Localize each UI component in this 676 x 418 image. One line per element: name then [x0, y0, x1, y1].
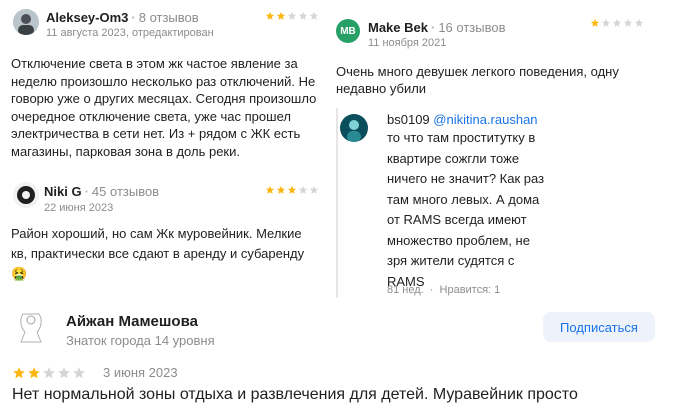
avatar[interactable] — [340, 114, 368, 142]
avatar-image — [11, 306, 51, 346]
featured-author-level: Знаток города 14 уровня — [66, 333, 215, 348]
separator-dot: · — [84, 184, 89, 199]
reply-mention-link[interactable]: @nikitina.raushan — [433, 112, 537, 127]
subscribe-button[interactable]: Подписаться — [543, 312, 655, 342]
reply-thread-line — [336, 108, 338, 298]
star-empty-icon — [623, 18, 633, 27]
star-empty-icon — [601, 18, 611, 27]
reviews-count: 16 отзывов — [438, 20, 506, 35]
star-filled-icon — [265, 11, 275, 20]
author-name[interactable]: Niki G — [44, 184, 82, 199]
featured-author[interactable]: Айжан Мамешова — [66, 313, 198, 330]
reply-header: bs0109 @nikitina.raushan — [387, 112, 538, 127]
star-filled-icon — [590, 18, 600, 27]
author-name[interactable]: Make Bek — [368, 20, 428, 35]
rating-stars — [265, 185, 319, 195]
avatar-image — [13, 182, 39, 208]
like-button[interactable]: Нравится: 1 — [440, 284, 501, 296]
rating-stars — [590, 18, 644, 28]
star-empty-icon — [612, 18, 622, 27]
avatar[interactable]: MB — [336, 19, 360, 43]
avatar[interactable] — [11, 306, 51, 346]
star-empty-icon — [287, 11, 297, 20]
avatar[interactable] — [13, 9, 39, 35]
avatar-image — [13, 9, 39, 35]
star-filled-icon — [276, 185, 286, 194]
avatar-initials: MB — [340, 25, 356, 37]
rating-stars — [265, 11, 319, 21]
star-filled-icon — [287, 185, 297, 194]
star-empty-icon — [309, 11, 319, 20]
star-empty-icon — [298, 185, 308, 194]
reviews-count: 45 отзывов — [91, 184, 160, 199]
separator-dot: · — [429, 284, 434, 296]
reply-text: то что там проститутку в квартире сожгли… — [387, 130, 545, 289]
review-text: Район хороший, но сам Жк муровейник. Мел… — [11, 226, 305, 281]
star-empty-icon — [73, 367, 85, 379]
star-empty-icon — [58, 367, 70, 379]
star-filled-icon — [265, 185, 275, 194]
star-empty-icon — [634, 18, 644, 27]
star-empty-icon — [309, 185, 319, 194]
separator-dot: · — [131, 10, 136, 25]
review-text: Очень много девушек легкого поведения, о… — [336, 64, 619, 96]
avatar-image — [340, 114, 368, 142]
review-author[interactable]: Aleksey-Om3 · 8 отзывов — [46, 10, 199, 25]
star-filled-icon — [28, 367, 40, 379]
review-author[interactable]: Make Bek · 16 отзывов — [368, 20, 506, 35]
rating-stars — [12, 366, 86, 380]
reply-footer: 81 нед. · Нравится: 1 — [387, 284, 500, 296]
star-empty-icon — [298, 11, 308, 20]
star-empty-icon — [43, 367, 55, 379]
featured-date: 3 июня 2023 — [103, 365, 178, 380]
separator-dot: · — [430, 20, 436, 35]
avatar[interactable] — [13, 182, 39, 208]
reply-author[interactable]: bs0109 — [387, 112, 430, 127]
reviews-count: 8 отзывов — [138, 10, 199, 25]
star-filled-icon — [276, 11, 286, 20]
reply-age: 81 нед. — [387, 284, 424, 296]
review-author[interactable]: Niki G · 45 отзывов — [44, 184, 159, 199]
review-date: 22 июня 2023 — [44, 202, 114, 214]
author-name[interactable]: Aleksey-Om3 — [46, 10, 128, 25]
review-date: 11 августа 2023, отредактирован — [46, 27, 214, 39]
star-filled-icon — [13, 367, 25, 379]
review-text: Отключение света в этом жк частое явлени… — [11, 56, 317, 159]
review-date: 11 ноября 2021 — [368, 37, 447, 49]
featured-text: Нет нормальной зоны отдыха и развлечения… — [12, 386, 578, 403]
